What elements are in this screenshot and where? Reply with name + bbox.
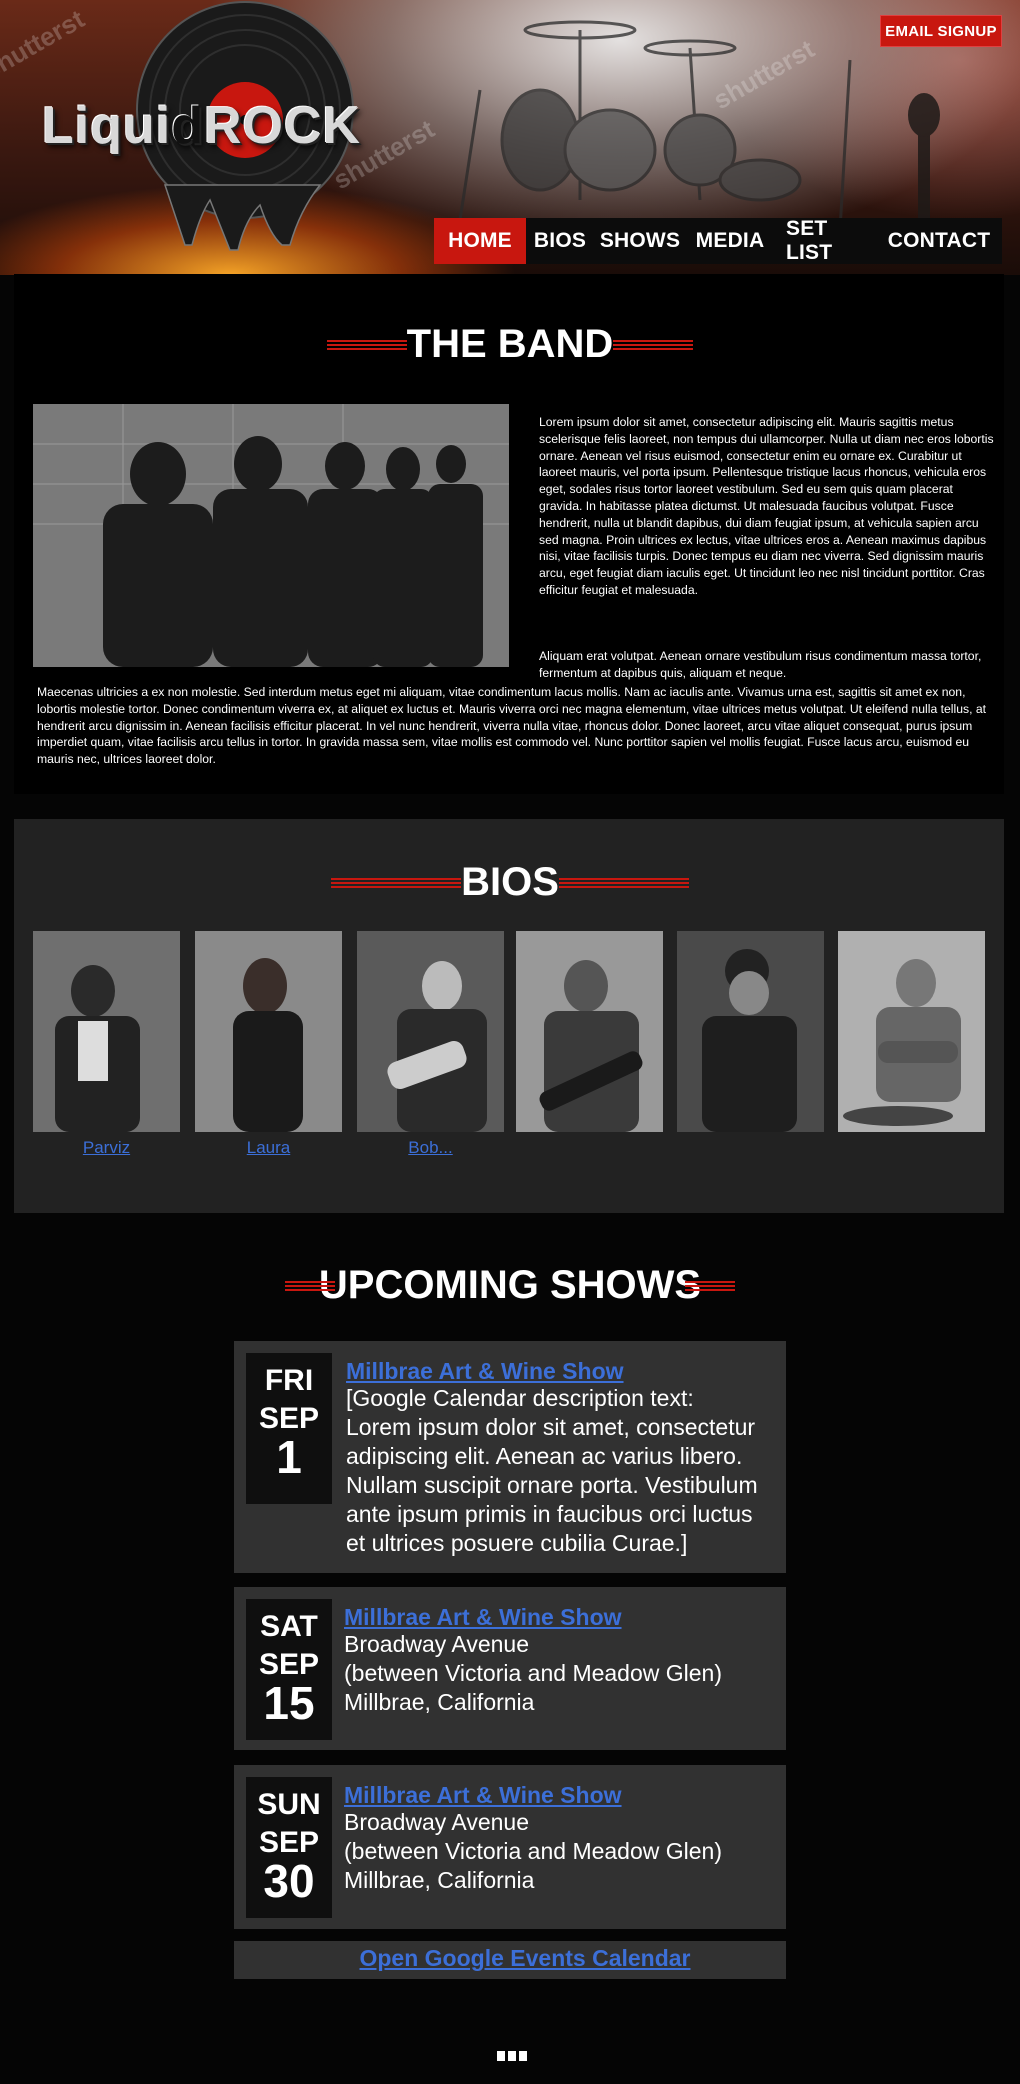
nav-item-contact[interactable]: CONTACT — [884, 218, 994, 264]
open-calendar-link[interactable]: Open Google Events Calendar — [234, 1945, 786, 1972]
bio-photo-member-5[interactable] — [677, 931, 824, 1132]
site-header: shutterst shutterst shutterst LiquidROCK… — [0, 0, 1020, 275]
show-description: Broadway Avenue (between Victoria and Me… — [344, 1630, 722, 1717]
bio-link-laura[interactable]: Laura — [195, 1138, 342, 1158]
band-description-2b: Maecenas ultricies a ex non molestie. Se… — [37, 685, 987, 767]
show-date-dow: FRI — [264, 1364, 314, 1397]
nav-item-home[interactable]: HOME — [434, 218, 526, 264]
show-description: [Google Calendar description text: Lorem… — [346, 1384, 758, 1558]
bio-photo-bob[interactable] — [357, 931, 504, 1132]
site-logo[interactable]: LiquidROCK — [42, 96, 361, 156]
svg-text:shutterst: shutterst — [708, 33, 820, 115]
show-description-line: Millbrae, California — [344, 1689, 535, 1715]
show-description-line: Nullam suscipit ornare porta. Vestibulum — [346, 1472, 758, 1498]
shows-title-text: UPCOMING SHOWS — [318, 1263, 702, 1307]
title-stripes-left — [326, 338, 407, 352]
bio-link-bob[interactable]: Bob... — [357, 1138, 504, 1158]
show-description-line: Lorem ipsum dolor sit amet, consectetur — [346, 1414, 756, 1440]
title-stripes-right — [558, 876, 689, 890]
show-date-day: 30 — [263, 1855, 315, 1907]
show-card: SAT SEP 15 Millbrae Art & Wine Show Broa… — [234, 1587, 786, 1750]
bio-photo-member-4[interactable] — [516, 931, 663, 1132]
nav-item-media[interactable]: MEDIA — [686, 218, 774, 264]
show-date: SUN SEP 30 — [246, 1777, 332, 1918]
bio-photo-laura[interactable] — [195, 931, 342, 1132]
bios-title-text: BIOS — [461, 860, 559, 904]
band-title-text: THE BAND — [406, 322, 614, 366]
bio-link-parviz[interactable]: Parviz — [33, 1138, 180, 1158]
svg-text:shutterst: shutterst — [0, 3, 90, 85]
show-description-line: et ultrices posuere cubilia Curae.] — [346, 1530, 688, 1556]
logo-text-part2: ROCK — [203, 97, 362, 155]
show-card: FRI SEP 1 Millbrae Art & Wine Show [Goog… — [234, 1341, 786, 1573]
show-description-line: ante ipsum primis in faucibus orci luctu… — [346, 1501, 753, 1527]
title-stripes-right — [613, 338, 694, 352]
show-description-line: (between Victoria and Meadow Glen) — [344, 1838, 723, 1864]
shows-title: UPCOMING SHOWS — [0, 1263, 1020, 1308]
nav-item-bios[interactable]: BIOS — [526, 218, 594, 264]
show-description-line: Millbrae, California — [344, 1867, 535, 1893]
show-title-link[interactable]: Millbrae Art & Wine Show — [344, 1782, 622, 1809]
band-photo — [33, 404, 509, 667]
band-description-1: Lorem ipsum dolor sit amet, consectetur … — [539, 415, 994, 597]
bio-photo-parviz[interactable] — [33, 931, 180, 1132]
logo-letter: d — [171, 97, 204, 155]
calendar-link-bar: Open Google Events Calendar — [234, 1941, 786, 1979]
title-stripes-left — [331, 876, 462, 890]
main-nav: HOME BIOS SHOWS MEDIA SET LIST CONTACT — [434, 217, 1002, 264]
band-title: THE BAND — [0, 322, 1020, 367]
email-signup-button[interactable]: EMAIL SIGNUP — [880, 15, 1002, 47]
logo-text-part1: Liqui — [42, 97, 172, 155]
show-title-link[interactable]: Millbrae Art & Wine Show — [346, 1358, 624, 1385]
show-description-line: adipiscing elit. Aenean ac varius libero… — [346, 1443, 743, 1469]
more-icon[interactable] — [497, 2051, 527, 2061]
show-card: SUN SEP 30 Millbrae Art & Wine Show Broa… — [234, 1765, 786, 1929]
show-description-line: (between Victoria and Meadow Glen) — [344, 1660, 723, 1686]
show-description-line: [Google Calendar description text: — [346, 1385, 694, 1411]
nav-item-set-list[interactable]: SET LIST — [774, 217, 884, 264]
bios-title: BIOS — [0, 860, 1020, 905]
bio-photo-member-6[interactable] — [838, 931, 985, 1132]
show-date: SAT SEP 15 — [246, 1599, 332, 1740]
title-stripes-left — [284, 1279, 335, 1293]
show-date-dow: SAT — [260, 1610, 318, 1643]
show-date: FRI SEP 1 — [246, 1353, 332, 1504]
show-description: Broadway Avenue (between Victoria and Me… — [344, 1808, 722, 1895]
show-date-day: 15 — [263, 1677, 315, 1729]
title-stripes-right — [685, 1279, 736, 1293]
show-date-day: 1 — [276, 1431, 302, 1483]
show-description-line: Broadway Avenue — [344, 1809, 529, 1835]
nav-item-shows[interactable]: SHOWS — [594, 218, 686, 264]
show-title-link[interactable]: Millbrae Art & Wine Show — [344, 1604, 622, 1631]
show-date-dow: SUN — [257, 1788, 321, 1821]
show-description-line: Broadway Avenue — [344, 1631, 529, 1657]
band-description-2a: Aliquam erat volutpat. Aenean ornare ves… — [539, 649, 982, 680]
